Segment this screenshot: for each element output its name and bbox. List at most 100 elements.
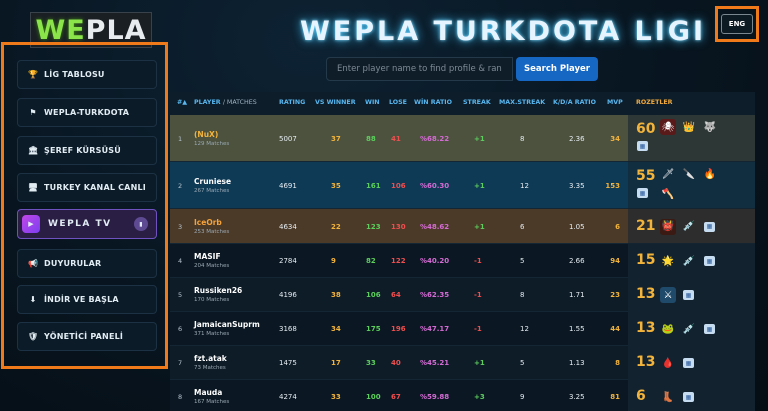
sidebar-item-wepla-tv[interactable]: ▶ WEPLA TV ▮ [17, 209, 157, 239]
dagger-icon: 🔪 [682, 168, 696, 180]
lose-cell: 67 [391, 393, 401, 401]
sidebar-item-wepla-turkdota[interactable]: ⚑ WEPLA-TURKDOTA [17, 98, 157, 127]
header-mvp[interactable]: MVP [607, 99, 623, 106]
header-player-label: PLAYER [194, 99, 221, 106]
sidebar-item-label: LİG TABLOSU [44, 70, 105, 79]
header-win[interactable]: WIN [365, 99, 380, 106]
sidebar-item-indir-ve-basla[interactable]: ⬇ İNDİR VE BAŞLA [17, 285, 157, 314]
kda-cell: 3.35 [569, 181, 585, 190]
win-ratio-cell: %47.17 [420, 325, 450, 333]
rating-cell: 2784 [279, 257, 297, 265]
badge-panel: 6 👢 ▦ [628, 380, 755, 411]
table-row[interactable]: 4 2784 9 82 122 %40.20 -1 5 2.66 94 MASIF 204 Match… [170, 244, 755, 278]
rating-cell: 1475 [279, 359, 297, 367]
megaphone-icon: 📢 [28, 259, 39, 268]
badge-panel: 13 ⚔ ▦ [628, 278, 755, 312]
table-row[interactable]: 1 5007 37 88 41 %68.22 +1 8 2.36 34 (NuX) 129 Match… [170, 115, 755, 162]
win-cell: 161 [366, 181, 381, 190]
player-name[interactable]: JamaicanSuprm [194, 320, 260, 329]
blood-drop-icon: 🩸 [661, 357, 675, 369]
vs-winner-cell: 37 [331, 134, 341, 143]
lose-cell: 122 [391, 257, 406, 265]
frog-icon: 🐸 [661, 323, 675, 335]
sidebar-item-yonetici-paneli[interactable]: 🛡 YÖNETİCİ PANELİ [17, 322, 157, 351]
mvp-cell: 8 [615, 359, 620, 367]
mvp-cell: 153 [605, 181, 620, 190]
sidebar-item-label: DUYURULAR [44, 259, 102, 268]
mvp-cell: 94 [610, 257, 620, 265]
header-rozetler: ROZETLER [636, 99, 673, 106]
table-row[interactable]: 2 4691 35 161 106 %60.30 +1 12 3.35 153 Cruniese 26… [170, 162, 755, 209]
header-max-streak[interactable]: MAX.STREAK [499, 99, 545, 106]
leaderboard-table: #▲ PLAYER / MATCHES RATING VS WINNER WIN… [170, 92, 755, 411]
header-rating[interactable]: RATING [279, 99, 305, 106]
streak-cell: +1 [474, 134, 485, 143]
player-name[interactable]: IceOrb [194, 218, 222, 227]
table-row[interactable]: 3 4634 22 123 130 %48.62 +1 6 1.05 6 IceOrb 253 Mat… [170, 209, 755, 244]
max-streak-cell: 8 [520, 291, 525, 299]
header-streak[interactable]: STREAK [463, 99, 491, 106]
player-search: Search Player [326, 57, 598, 81]
mvp-cell: 6 [615, 222, 620, 231]
header-win-ratio[interactable]: WİN RATIO [414, 99, 452, 106]
crossed-swords-icon: ⚔ [660, 287, 676, 303]
sidebar-item-label: ŞEREF KÜRSÜSÜ [44, 146, 121, 155]
kda-cell: 1.05 [569, 222, 585, 231]
table-row[interactable]: 7 1475 17 33 40 %45.21 +1 5 1.13 8 fzt.atak 73 Matc… [170, 346, 755, 380]
max-streak-cell: 5 [520, 257, 525, 265]
win-ratio-cell: %45.21 [420, 359, 450, 367]
mvp-cell: 34 [610, 134, 620, 143]
vs-winner-cell: 35 [331, 181, 341, 190]
player-name[interactable]: Russiken26 [194, 286, 242, 295]
header-player[interactable]: PLAYER / MATCHES [194, 99, 257, 106]
player-matches: 73 Matches [194, 365, 226, 371]
header-lose[interactable]: LOSE [389, 99, 407, 106]
badge-count: 15 [636, 252, 656, 268]
sidebar-item-lig-tablosu[interactable]: 🏆 LİG TABLOSU [17, 60, 157, 89]
header-kda-ratio[interactable]: K/D/A RATIO [553, 99, 596, 106]
header-matches-label: / MATCHES [222, 99, 257, 106]
header-vs-winner[interactable]: VS WINNER [315, 99, 356, 106]
syringe-icon: 💉 [682, 221, 696, 232]
badge-count: 13 [636, 354, 656, 370]
language-button[interactable]: ENG [721, 14, 753, 34]
badge-count: 21 [636, 217, 656, 234]
player-name[interactable]: Cruniese [194, 177, 231, 186]
sidebar-item-label: TURKEY KANAL CANLI [44, 183, 146, 192]
badge-count: 6 [636, 388, 646, 404]
bank-icon: 🏛 [28, 146, 39, 155]
badge-count: 55 [636, 168, 656, 184]
max-streak-cell: 6 [520, 222, 525, 231]
vs-winner-cell: 9 [331, 257, 336, 265]
table-row[interactable]: 8 4274 33 100 67 %59.88 +3 9 3.25 81 Mauda 167 Matc… [170, 380, 755, 411]
win-ratio-cell: %68.22 [420, 134, 450, 143]
player-name[interactable]: (NuX) [194, 130, 218, 139]
streak-cell: +1 [474, 359, 485, 367]
player-matches: 371 Matches [194, 331, 230, 337]
download-icon: ⬇ [29, 295, 37, 304]
badge-count: 13 [636, 286, 656, 302]
sidebar-item-duyurular[interactable]: 📢 DUYURULAR [17, 249, 157, 278]
player-matches: 204 Matches [194, 263, 230, 269]
player-name[interactable]: fzt.atak [194, 354, 227, 363]
sidebar-item-seref-kursusu[interactable]: 🏛 ŞEREF KÜRSÜSÜ [17, 136, 157, 165]
sidebar-item-turkey-kanal-canli[interactable]: 🖥 TURKEY KANAL CANLI [17, 173, 157, 202]
max-streak-cell: 8 [520, 134, 525, 143]
player-name[interactable]: MASIF [194, 252, 221, 261]
vs-winner-cell: 38 [331, 291, 341, 299]
search-input[interactable] [326, 57, 513, 81]
player-name[interactable]: Mauda [194, 388, 222, 397]
win-ratio-cell: %59.88 [420, 393, 450, 401]
table-row[interactable]: 6 3168 34 175 196 %47.17 -1 12 1.55 44 JamaicanSup… [170, 312, 755, 346]
streak-cell: -1 [474, 325, 482, 333]
rank-cell: 2 [178, 181, 183, 190]
header-rank[interactable]: #▲ [177, 99, 187, 106]
search-player-button[interactable]: Search Player [516, 57, 598, 81]
rating-cell: 4634 [279, 222, 297, 231]
table-row[interactable]: 5 4196 38 106 64 %62.35 -1 8 1.71 23 Russiken26 170… [170, 278, 755, 312]
mvp-cell: 81 [610, 393, 620, 401]
vs-winner-cell: 33 [331, 393, 341, 401]
win-cell: 100 [366, 393, 381, 401]
lose-cell: 64 [391, 291, 401, 299]
kda-cell: 2.66 [569, 257, 585, 265]
